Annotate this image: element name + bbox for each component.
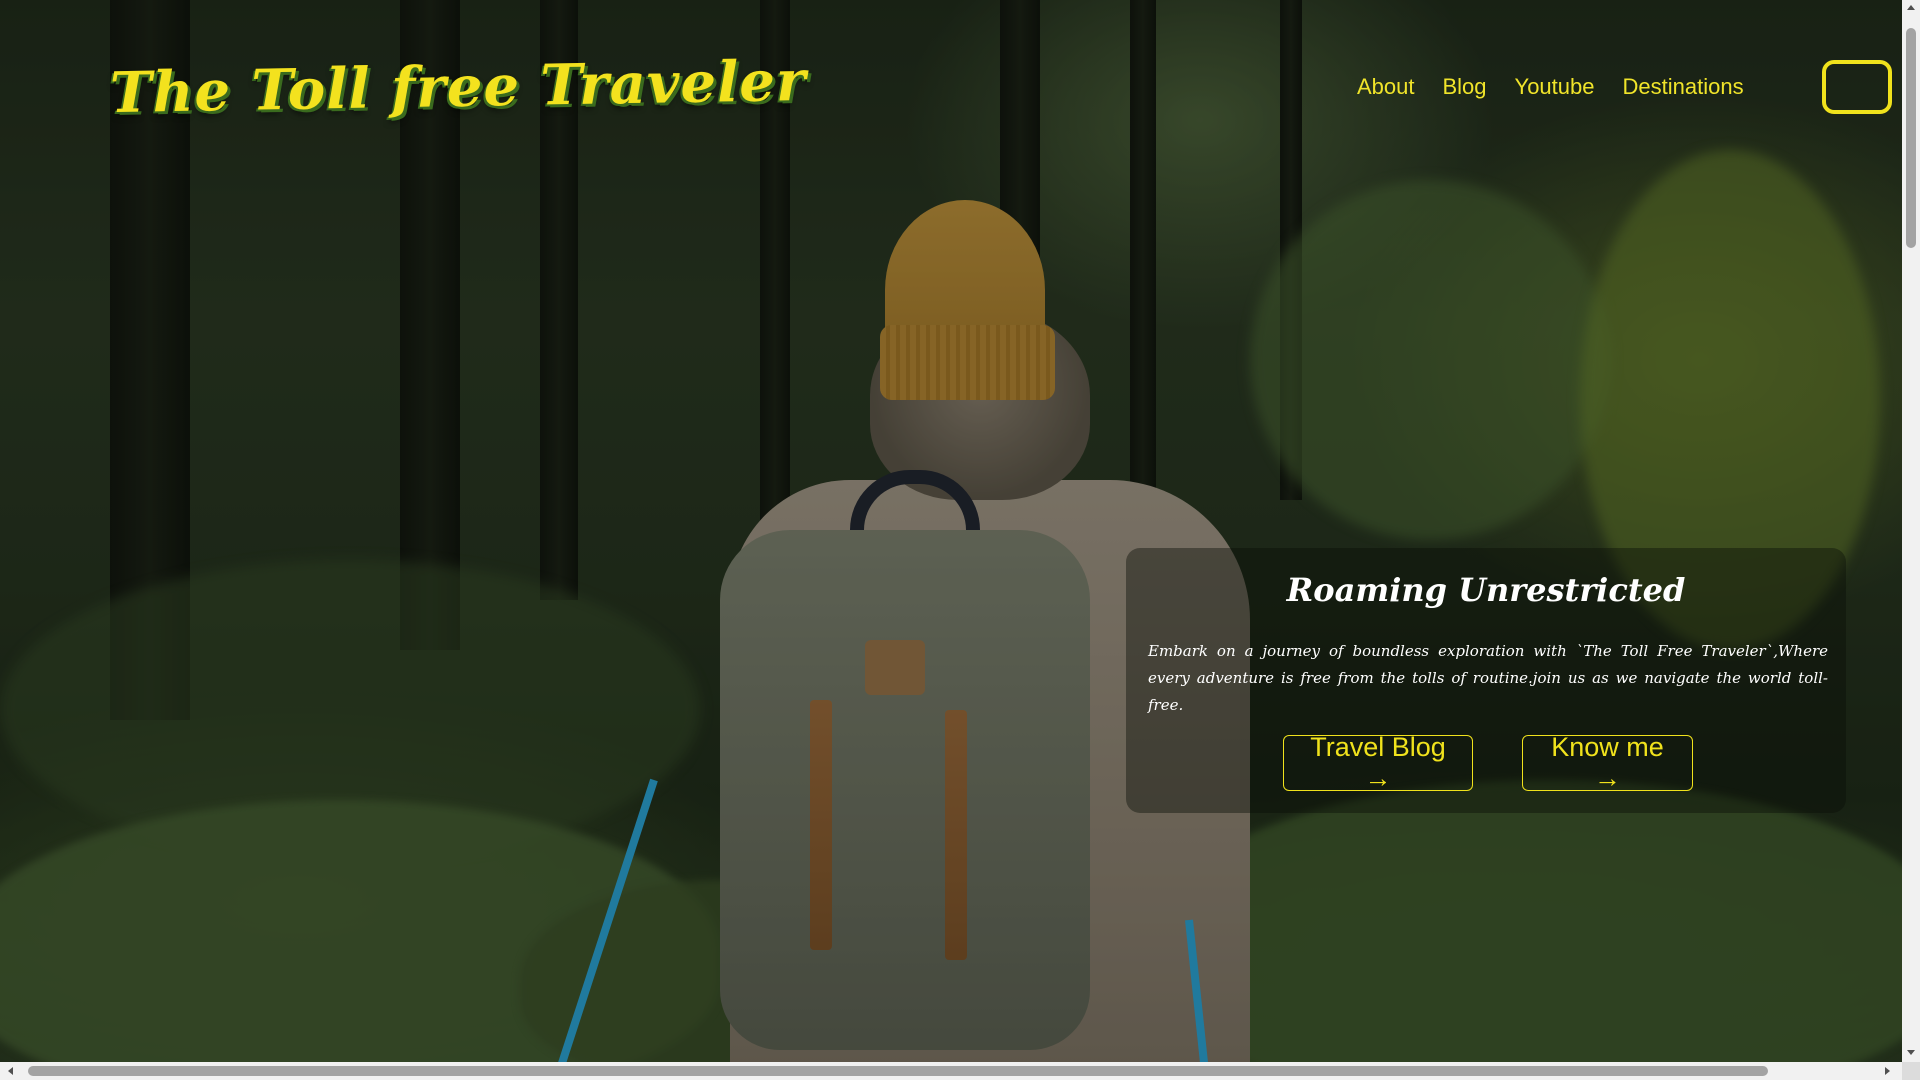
vertical-scrollbar[interactable] — [1902, 0, 1920, 1062]
scroll-up-icon[interactable] — [1907, 5, 1915, 10]
main-nav: About Blog Youtube Destinations — [1357, 74, 1744, 100]
nav-blog-link[interactable]: Blog — [1443, 74, 1487, 100]
horizontal-scroll-thumb[interactable] — [28, 1066, 1768, 1076]
menu-box-icon[interactable] — [1822, 60, 1892, 114]
nav-youtube-link[interactable]: Youtube — [1515, 74, 1595, 100]
scroll-left-icon[interactable] — [8, 1067, 13, 1075]
site-logo[interactable]: The Toll free Traveler — [109, 48, 807, 126]
nav-destinations-link[interactable]: Destinations — [1623, 74, 1744, 100]
hero-card: Roaming Unrestricted Embark on a journey… — [1126, 548, 1846, 813]
nav-about-link[interactable]: About — [1357, 74, 1415, 100]
hero-description: Embark on a journey of boundless explora… — [1148, 642, 1828, 714]
know-me-button[interactable]: Know me → — [1522, 732, 1693, 793]
hero-title: Roaming Unrestricted — [1286, 571, 1686, 609]
scroll-right-icon[interactable] — [1885, 1067, 1890, 1075]
travel-blog-button[interactable]: Travel Blog → — [1283, 732, 1473, 793]
background-overlay — [0, 0, 1902, 1062]
scroll-down-icon[interactable] — [1907, 1050, 1915, 1055]
vertical-scroll-thumb[interactable] — [1906, 28, 1916, 248]
horizontal-scrollbar[interactable] — [0, 1062, 1902, 1080]
scrollbar-corner — [1902, 1062, 1920, 1080]
